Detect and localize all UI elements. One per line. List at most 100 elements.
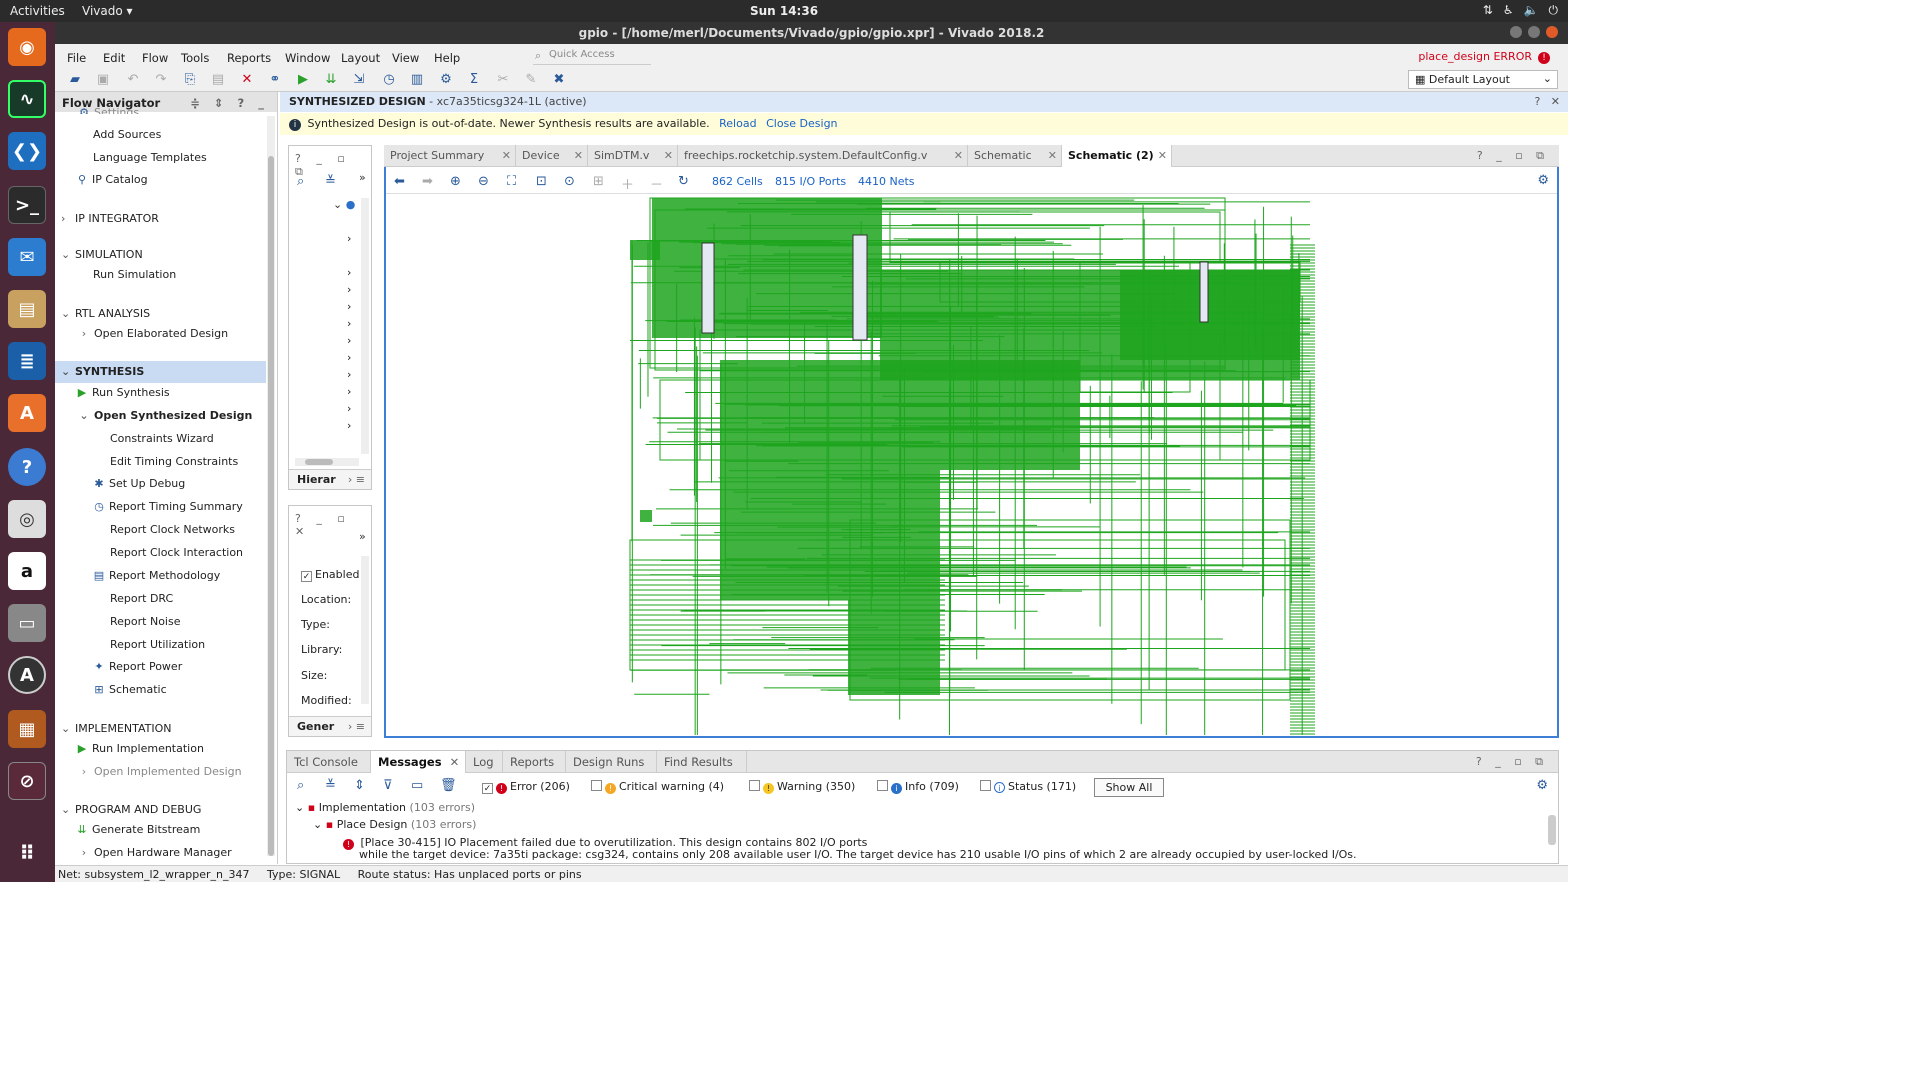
close-window-button[interactable] bbox=[1546, 26, 1558, 38]
printer-icon[interactable]: ▭ bbox=[8, 604, 46, 642]
close-icon[interactable]: ✕ bbox=[502, 149, 511, 162]
nav-section-rtl-analysis[interactable]: ⌄ RTL ANALYSIS bbox=[61, 307, 150, 320]
tree-place-design[interactable]: ⌄ ▪ Place Design (103 errors) bbox=[313, 818, 476, 831]
tree-root-node[interactable]: ⌄ ● bbox=[333, 198, 355, 211]
menu-layout[interactable]: Layout bbox=[341, 51, 380, 65]
general-tab[interactable]: Gener › ≡ bbox=[289, 716, 371, 736]
back-icon[interactable]: ⬅ bbox=[394, 174, 405, 189]
panel-controls[interactable]: ≑ ⇕ ? _ bbox=[190, 96, 269, 110]
software-center-icon[interactable]: A bbox=[8, 394, 46, 432]
flow-navigator-scrollbar[interactable] bbox=[267, 116, 275, 856]
thunderbird-icon[interactable]: ✉ bbox=[8, 238, 46, 276]
nav-report-clock-networks[interactable]: Report Clock Networks bbox=[110, 523, 235, 536]
quick-access-search[interactable]: ⌕ Quick Access bbox=[533, 49, 651, 65]
chevron-right-icon[interactable]: › bbox=[347, 232, 351, 245]
nav-set-up-debug[interactable]: ✱ Set Up Debug bbox=[92, 477, 185, 490]
collapse-all-icon[interactable]: ≚ bbox=[325, 778, 336, 793]
select-icon[interactable]: ⊙ bbox=[564, 174, 575, 189]
cells-count[interactable]: 862 Cells bbox=[712, 175, 763, 188]
nav-report-power[interactable]: ✦ Report Power bbox=[92, 660, 182, 673]
tab-defaultconfig[interactable]: freechips.rocketchip.system.DefaultConfi… bbox=[678, 145, 968, 167]
editor-controls[interactable]: ? _ ▫ ⧉ bbox=[1477, 149, 1549, 163]
tab-schematic-2[interactable]: Schematic (2) ✕ bbox=[1062, 145, 1172, 167]
tab-schematic[interactable]: Schematic ✕ bbox=[968, 145, 1062, 167]
edit-icon[interactable]: ✎ bbox=[523, 72, 539, 88]
nets-count[interactable]: 4410 Nets bbox=[858, 175, 915, 188]
nav-schematic[interactable]: ⊞ Schematic bbox=[92, 683, 166, 696]
chevron-right-icon[interactable]: › bbox=[347, 385, 351, 398]
filter-info[interactable]: i Info (709) bbox=[877, 780, 959, 794]
nav-add-sources[interactable]: Add Sources bbox=[93, 128, 161, 141]
message-icon[interactable]: ▭ bbox=[411, 778, 423, 793]
close-icon[interactable]: ✕ bbox=[450, 755, 460, 769]
nav-open-elaborated[interactable]: › Open Elaborated Design bbox=[77, 327, 228, 340]
delete-icon[interactable]: 🗑 bbox=[440, 778, 457, 793]
schematic-canvas[interactable] bbox=[386, 195, 1557, 736]
chevron-right-icon[interactable]: › bbox=[347, 317, 351, 330]
open-project-icon[interactable]: ▰ bbox=[67, 72, 83, 88]
document-viewer-icon[interactable]: ▦ bbox=[8, 710, 46, 748]
nav-open-implemented[interactable]: › Open Implemented Design bbox=[77, 765, 242, 778]
nav-section-simulation[interactable]: ⌄ SIMULATION bbox=[61, 248, 143, 261]
terminal-icon[interactable]: >_ bbox=[8, 186, 46, 224]
scrollbar-thumb[interactable] bbox=[268, 156, 274, 856]
chevron-right-icon[interactable]: › bbox=[347, 402, 351, 415]
program-device-icon[interactable]: ⇲ bbox=[351, 72, 367, 88]
search-icon[interactable]: ⌕ bbox=[297, 778, 304, 793]
tab-messages[interactable]: Messages ✕ bbox=[371, 751, 466, 773]
nav-ip-catalog[interactable]: ⚲ IP Catalog bbox=[75, 173, 148, 186]
forward-icon[interactable]: ➡ bbox=[422, 174, 433, 189]
hierarchy-hscrollbar[interactable] bbox=[295, 458, 359, 466]
help-icon[interactable]: ? bbox=[8, 448, 46, 486]
tab-find-results[interactable]: Find Results bbox=[657, 751, 747, 773]
report-icon[interactable]: ▥ bbox=[409, 72, 425, 88]
menu-tools[interactable]: Tools bbox=[181, 51, 209, 65]
hierarchy-scrollbar[interactable] bbox=[361, 198, 369, 454]
properties-scrollbar[interactable] bbox=[361, 556, 369, 704]
waveform-icon[interactable]: ∿ bbox=[8, 80, 46, 118]
updater-icon[interactable]: A bbox=[8, 656, 46, 694]
nav-report-clock-interaction[interactable]: Report Clock Interaction bbox=[110, 546, 243, 559]
menu-view[interactable]: View bbox=[392, 51, 419, 65]
tab-reports[interactable]: Reports bbox=[503, 751, 566, 773]
vscode-icon[interactable]: ❮❯ bbox=[8, 132, 46, 170]
ports-count[interactable]: 815 I/O Ports bbox=[775, 175, 846, 188]
header-controls[interactable]: ? ✕ bbox=[1534, 95, 1560, 108]
error-status[interactable]: place_design ERROR! bbox=[1418, 50, 1550, 64]
enabled-checkbox[interactable]: ✓ Enabled bbox=[301, 568, 359, 582]
nav-report-drc[interactable]: Report DRC bbox=[110, 592, 173, 605]
chevron-right-icon[interactable]: › bbox=[347, 334, 351, 347]
tab-design-runs[interactable]: Design Runs bbox=[566, 751, 657, 773]
chevron-right-icon[interactable]: › bbox=[347, 351, 351, 364]
app-menu[interactable]: Vivado ▾ bbox=[82, 4, 133, 18]
collapse-icon[interactable]: － bbox=[650, 174, 663, 193]
generate-bitstream-icon[interactable]: ⇊ bbox=[323, 72, 339, 88]
nav-open-synthesized[interactable]: ⌄ Open Synthesized Design bbox=[77, 409, 252, 422]
gear-icon[interactable]: ⚙ bbox=[1536, 778, 1548, 793]
zoom-area-icon[interactable]: ⊡ bbox=[536, 174, 547, 189]
nav-open-hw-manager[interactable]: › Open Hardware Manager bbox=[77, 846, 232, 859]
filter-warning[interactable]: ! Warning (350) bbox=[749, 780, 855, 794]
nav-edit-timing[interactable]: Edit Timing Constraints bbox=[110, 455, 238, 468]
zoom-in-icon[interactable]: ⊕ bbox=[450, 174, 461, 189]
redo-icon[interactable]: ↷ bbox=[153, 72, 169, 88]
nav-report-utilization[interactable]: Report Utilization bbox=[110, 638, 205, 651]
auto-connect-icon[interactable]: ⚭ bbox=[267, 72, 283, 88]
undo-icon[interactable]: ↶ bbox=[125, 72, 141, 88]
more-icon[interactable]: » bbox=[359, 530, 366, 543]
chevron-right-icon[interactable]: › bbox=[347, 266, 351, 279]
settings-icon[interactable]: ⚙ bbox=[438, 72, 454, 88]
tab-menu-icon[interactable]: › ≡ bbox=[348, 720, 365, 733]
search-icon[interactable]: ⌕ bbox=[297, 174, 304, 189]
tab-menu-icon[interactable]: › ≡ bbox=[348, 473, 365, 486]
nav-report-methodology[interactable]: ▤ Report Methodology bbox=[92, 569, 220, 582]
panel-controls[interactable]: ? _ ▫ ⧉ bbox=[1476, 755, 1548, 769]
filter-status[interactable]: i Status (171) bbox=[980, 780, 1076, 793]
nav-generate-bitstream[interactable]: ⇊ Generate Bitstream bbox=[75, 823, 200, 836]
filter-critical[interactable]: ! Critical warning (4) bbox=[591, 780, 724, 794]
filter-icon[interactable]: ⊽ bbox=[383, 778, 393, 793]
close-icon[interactable]: ✕ bbox=[1158, 149, 1167, 162]
menu-file[interactable]: File bbox=[67, 51, 86, 65]
nav-settings[interactable]: ⚙ Settings bbox=[77, 106, 139, 114]
menu-edit[interactable]: Edit bbox=[103, 51, 125, 65]
